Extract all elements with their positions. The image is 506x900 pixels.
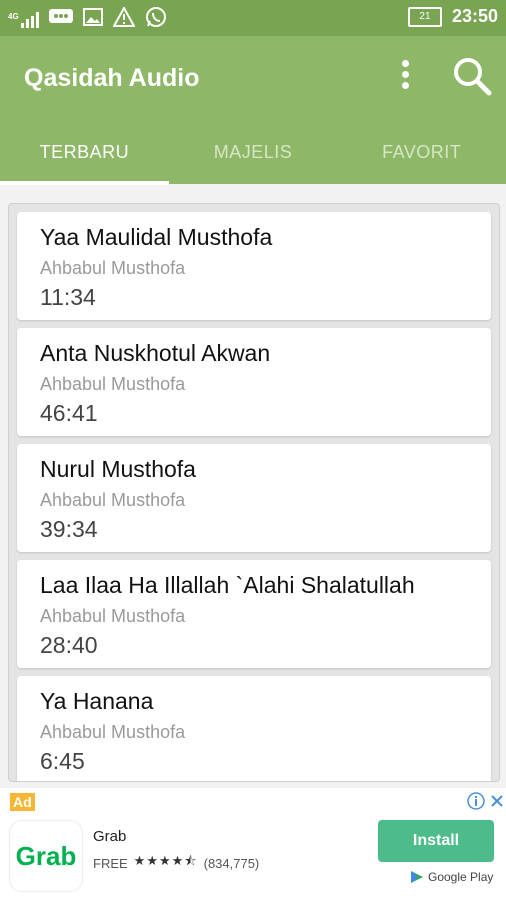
track-artist: Ahbabul Musthofa	[40, 606, 186, 626]
track-title: Laa Ilaa Ha Illallah `Alahi Shalatullah	[40, 572, 415, 598]
tab-bar: TERBARU MAJELIS FAVORIT	[0, 132, 506, 184]
rating-stars-icon: ★★★★⯪	[133, 853, 198, 868]
ad-info-icon[interactable]	[467, 792, 485, 810]
track-artist: Ahbabul Musthofa	[40, 374, 186, 394]
more-vert-icon[interactable]	[395, 56, 415, 96]
logo-text: Grab	[15, 840, 77, 871]
install-button[interactable]: Install	[378, 820, 494, 862]
google-play-badge: Google Play	[410, 870, 493, 884]
ad-banner[interactable]: Ad Grab Grab FREE ★★★★⯪ (834,775) Instal…	[0, 788, 506, 900]
battery-level: 21	[419, 10, 431, 22]
chat-icon	[48, 7, 73, 32]
status-right: 21 23:50	[407, 6, 498, 27]
store-label: Google Play	[428, 870, 494, 884]
status-left-icons: 4G	[8, 5, 167, 33]
status-bar: 4G 21 23:50	[0, 0, 506, 36]
track-card[interactable]: Nurul Musthofa Ahbabul Musthofa 39:34	[17, 444, 491, 552]
signal-icon: 4G	[8, 11, 39, 28]
app-bar: Qasidah Audio TERBARU MAJELIS FAVORIT	[0, 36, 506, 184]
tab-majelis[interactable]: MAJELIS	[169, 132, 338, 184]
google-play-icon	[411, 871, 423, 883]
track-title: Anta Nuskhotul Akwan	[40, 340, 271, 366]
ad-rating-count: (834,775)	[203, 855, 260, 871]
network-type: 4G	[8, 11, 19, 21]
track-card[interactable]: Laa Ilaa Ha Illallah `Alahi Shalatullah …	[17, 560, 491, 668]
tab-terbaru[interactable]: TERBARU	[0, 132, 169, 184]
track-card[interactable]: Ya Hanana Ahbabul Musthofa 6:45	[17, 676, 491, 781]
track-artist: Ahbabul Musthofa	[40, 258, 186, 278]
track-title: Yaa Maulidal Musthofa	[40, 224, 273, 250]
image-icon	[82, 7, 103, 32]
track-list: Yaa Maulidal Musthofa Ahbabul Musthofa 1…	[8, 203, 500, 782]
battery-icon: 21	[407, 6, 442, 27]
ad-meta: FREE ★★★★⯪ (834,775)	[93, 852, 259, 874]
clock: 23:50	[451, 6, 498, 26]
track-artist: Ahbabul Musthofa	[40, 722, 186, 742]
grab-logo[interactable]: Grab	[10, 821, 82, 891]
track-card[interactable]: Anta Nuskhotul Akwan Ahbabul Musthofa 46…	[17, 328, 491, 436]
warning-icon	[111, 5, 136, 32]
track-title: Ya Hanana	[40, 688, 154, 714]
whatsapp-icon	[145, 6, 167, 33]
app-title: Qasidah Audio	[24, 64, 200, 92]
track-title: Nurul Musthofa	[40, 456, 196, 482]
track-duration: 46:41	[40, 400, 98, 426]
track-card[interactable]: Yaa Maulidal Musthofa Ahbabul Musthofa 1…	[17, 212, 491, 320]
ad-close-icon[interactable]	[489, 792, 505, 810]
track-duration: 28:40	[40, 632, 98, 658]
ad-price: FREE	[93, 855, 128, 871]
track-duration: 11:34	[40, 284, 96, 310]
ad-app-name: Grab	[93, 828, 127, 845]
active-tab-indicator	[0, 181, 169, 185]
track-artist: Ahbabul Musthofa	[40, 490, 186, 510]
search-icon[interactable]	[452, 56, 492, 96]
tab-favorit[interactable]: FAVORIT	[337, 132, 506, 184]
ad-badge: Ad	[10, 793, 35, 811]
track-duration: 6:45	[40, 748, 85, 774]
track-duration: 39:34	[40, 516, 98, 542]
